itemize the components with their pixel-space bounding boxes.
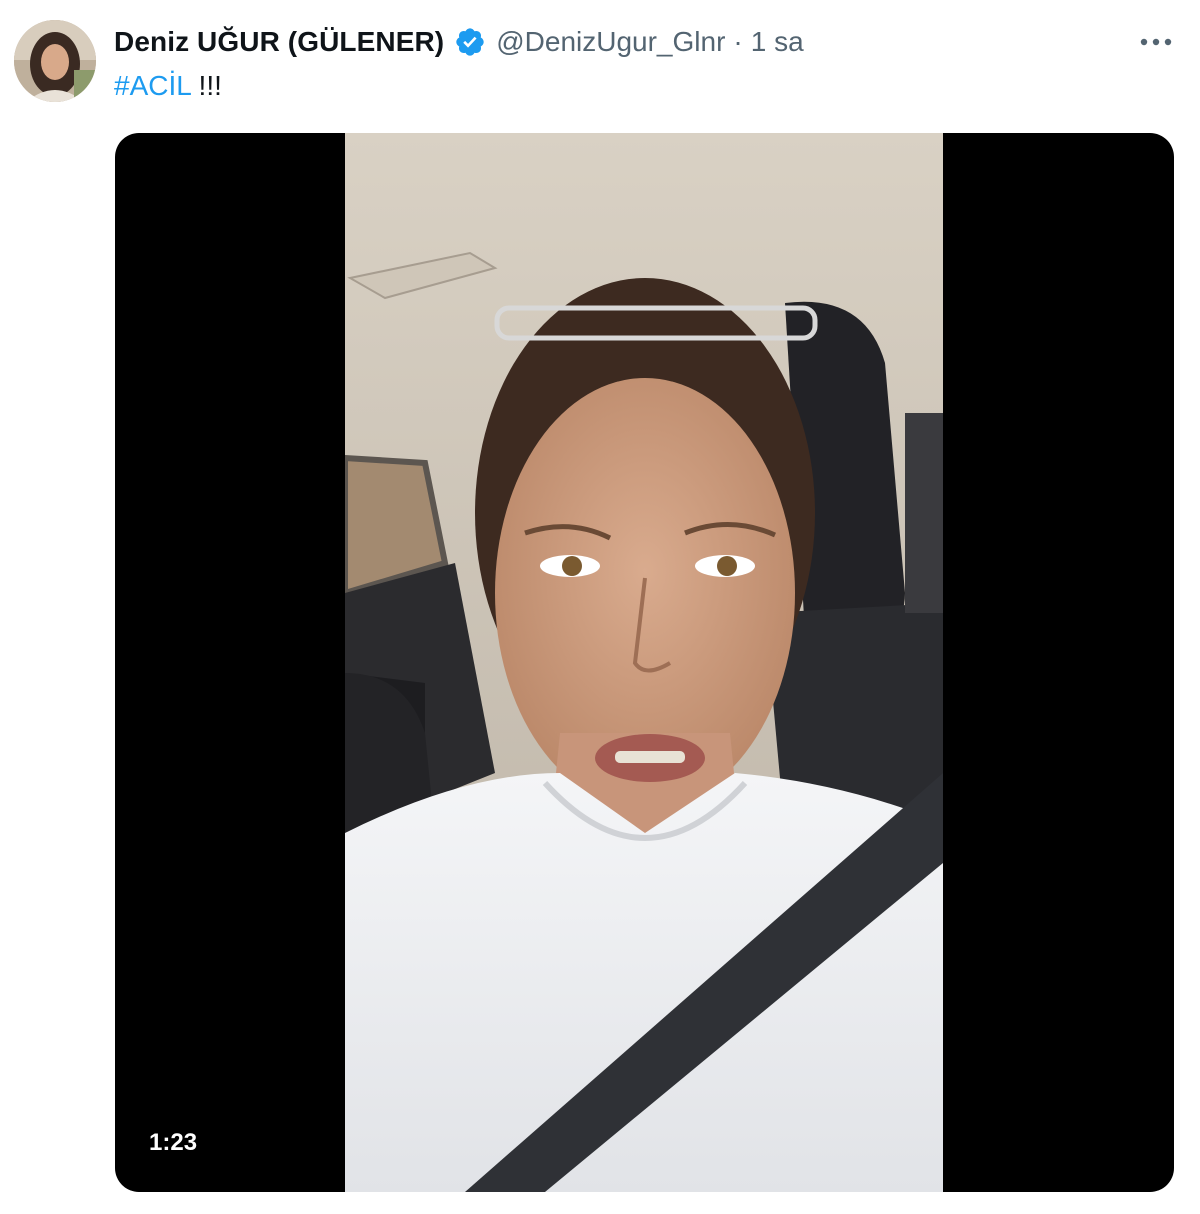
video-thumbnail <box>345 133 943 1192</box>
avatar[interactable] <box>14 20 96 102</box>
video-duration: 1:23 <box>149 1129 198 1156</box>
more-dots-icon[interactable] <box>1136 24 1176 60</box>
avatar-image <box>14 20 96 102</box>
author-handle[interactable]: @DenizUgur_Glnr <box>496 26 725 58</box>
tweet-header: Deniz UĞUR (GÜLENER) @DenizUgur_Glnr · 1… <box>114 22 804 62</box>
author-display-name[interactable]: Deniz UĞUR (GÜLENER) <box>114 26 444 58</box>
meta-separator: · <box>733 26 743 57</box>
video-player[interactable]: 1:23 <box>115 133 1174 1192</box>
tweet-text: #ACİL !!! <box>114 70 222 102</box>
tweet-timestamp[interactable]: 1 sa <box>751 26 804 58</box>
tweet: Deniz UĞUR (GÜLENER) @DenizUgur_Glnr · 1… <box>0 0 1200 1214</box>
tweet-text-suffix: !!! <box>190 70 222 101</box>
hashtag-link[interactable]: #ACİL <box>114 70 191 101</box>
verified-badge-icon[interactable] <box>454 26 486 58</box>
